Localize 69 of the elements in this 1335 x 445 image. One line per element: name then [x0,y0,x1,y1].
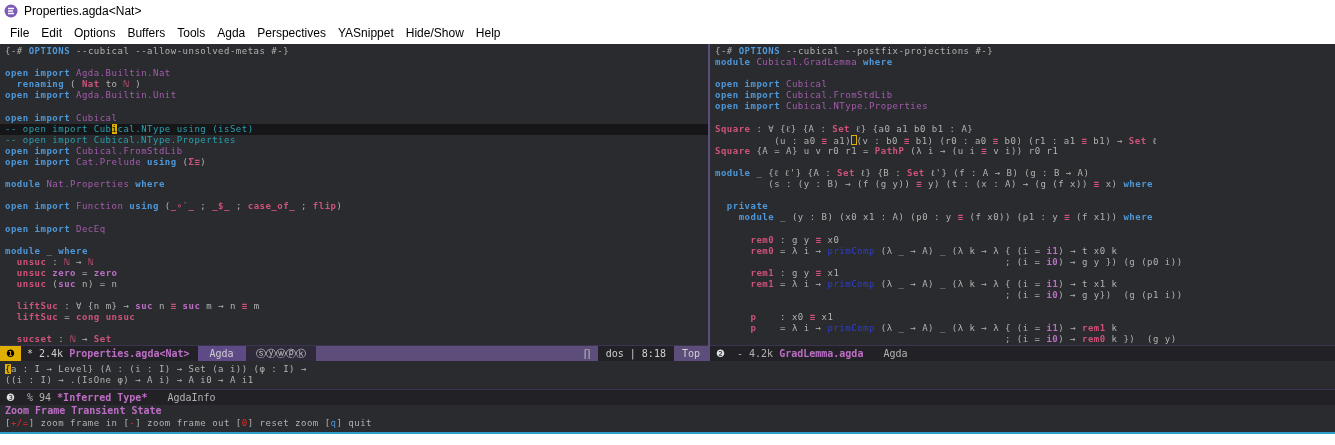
code-line: private [725,201,770,213]
code-line: (u : a0 ≡ a1) (v : b0 ≡ b1) (r0 : a0 ≡ b0) (r1 : a1 ≡ b1) → Set ℓ [773,134,1159,146]
menu-item[interactable]: Options [68,26,122,40]
code-line: open import Agda.Builtin.Nat [4,68,172,80]
major-mode[interactable]: Agda [871,346,920,361]
code-line: open import Cubical.NType.Properties [714,101,930,113]
code-line: open import Agda.Builtin.Unit [4,90,178,102]
major-mode[interactable]: AgdaInfo [155,390,228,405]
app-icon [4,4,18,18]
transient-title: Zoom Frame Transient State [4,405,163,417]
code-line: module _ where [4,245,89,257]
code-line: module Cubical.GradLemma where [714,57,894,69]
code-line: unsuc (suc n) = n [15,278,119,291]
buffer-status: - 4.2k [736,348,775,359]
type-line: ((i : I) → .(IsOne φ) → A i) → A i0 → A i1 [4,375,255,387]
code-line: {-# OPTIONS --cubical --allow-unsolved-metas #-} [4,46,291,58]
code-line: rem0 = λ i → primComp (λ _ → A) _ (λ k → λ { (i = i1) → t x0 k [749,245,1119,257]
code-line: renaming ( Nat to ℕ ) [15,79,143,91]
code-line: ; (i = i0) → g y }) (g (p0 i)) [1004,256,1184,268]
buffer-status: * 2.4k [26,348,65,359]
key-hints: [+/=] zoom frame in [-] zoom frame out [0] reset zoom [q] quit [4,417,373,429]
code-line: ; (i = i0) → rem0 k }) (g y) [1004,334,1178,345]
code-line: open import Cat.Prelude using (Σ≡) [4,156,208,169]
mode-glyph: ∏ [582,348,591,359]
code-line: sucset : ℕ → Set [15,334,113,345]
code-line: open import DecEq [4,223,107,235]
buffer-name[interactable]: *Inferred Type* [57,392,156,403]
code-line: (s : (y : B) → (f (g y)) ≡ y) (t : (x : A) → (g (f x)) ≡ x) where [767,179,1154,191]
code-line: unsuc zero = zero [15,267,119,279]
code-line: module _ {ℓ ℓ'} {A : Set ℓ} {B : Set ℓ'} (f : A → B) (g : B → A) [714,168,1091,180]
minor-modes[interactable]: ⓢⓨⓦⓟⓚ [245,346,316,361]
code-line: ; (i = i0) → g y}) (g (p1 i)) [1004,290,1184,302]
type-line: {a : I → Level} (A : (i : I) → Set (a i)) (φ : I) → [4,364,308,376]
scroll-position: Top [680,348,701,359]
buffer-status: % 94 [26,392,53,403]
menu-item[interactable]: Edit [35,26,69,40]
code-line: -- open import Cubical.NType.Properties [4,134,237,146]
code-line: {-# OPTIONS --cubical --postfix-projections #-} [714,46,995,58]
menu-item[interactable]: Hide/Show [399,26,470,40]
code-line: rem1 = λ i → primComp (λ _ → A) _ (λ k → λ { (i = i1) → t x1 k [749,278,1119,290]
window-title: Properties.agda<Nat> [24,4,142,18]
buffer-name[interactable]: Properties.agda<Nat> [69,348,198,359]
window-number[interactable]: ❶ [0,346,21,361]
code-line: Square : ∀ {ℓ} {A : Set ℓ} {a0 a1 b0 b1 : A} [714,123,975,135]
code-line: open import Function using (_∘′_ ; _$_ ; case_of_ ; flip) [4,201,344,213]
buffer-name[interactable]: GradLemma.agda [779,348,872,359]
code-line: open import Cubical [714,79,829,91]
code-line: liftSuc : ∀ {n m} → suc n ≡ suc m → n ≡ m [15,301,261,312]
code-line: module Nat.Properties where [4,179,166,191]
menu-item[interactable]: Perspectives [251,26,332,40]
code-line: open import Cubical.FromStdLib [4,145,184,157]
line-info: dos | 8:18 [597,346,674,361]
menu-item[interactable]: Help [469,26,507,40]
menu-item[interactable]: YASnippet [331,26,400,40]
code-line: open import Cubical.FromStdLib [714,90,894,102]
code-line: p = λ i → primComp (λ _ → A) _ (λ k → λ { (i = i1) → rem1 k [749,323,1119,334]
code-line: rem0 : g y ≡ x0 [749,234,841,246]
code-line: unsuc : ℕ → ℕ [15,256,95,268]
menu-item[interactable]: Agda [211,26,252,40]
menu-item[interactable]: File [4,26,36,40]
code-line: liftSuc = cong unsuc [15,312,137,324]
major-mode[interactable]: Agda [197,346,246,361]
code-line: open import Cubical [4,112,119,124]
code-line: p : x0 ≡ x1 [749,312,835,324]
code-line: Square {A = A} u v r0 r1 = PathP (λ i → (u i ≡ v i)) r0 r1 [714,145,1060,157]
code-line: module _ (y : B) (x0 x1 : A) (p0 : y ≡ (f x0)) (p1 : y ≡ (f x1)) where [737,212,1154,224]
menu-item[interactable]: Tools [171,26,212,40]
menu-item[interactable]: Buffers [121,26,172,40]
code-line: rem1 : g y ≡ x1 [749,267,841,279]
